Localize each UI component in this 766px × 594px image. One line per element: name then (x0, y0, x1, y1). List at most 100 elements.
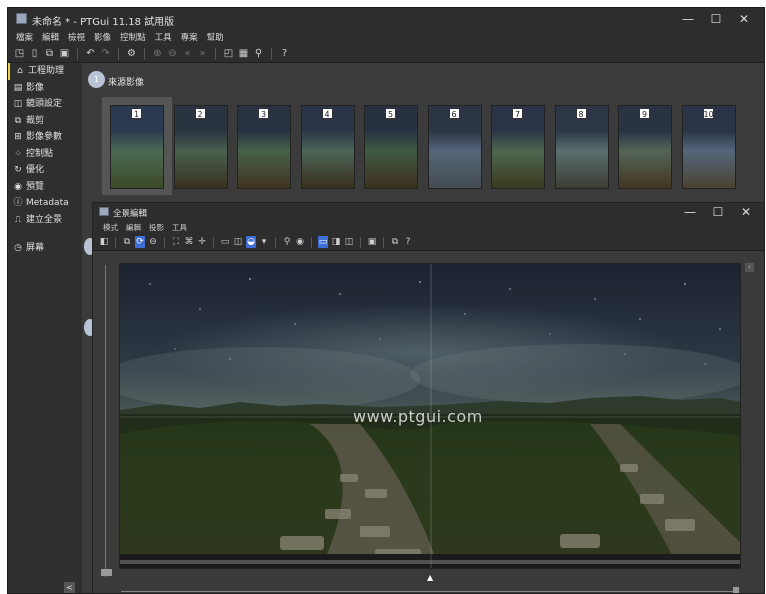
sidebar-item-image-parameters[interactable]: ⊞ 影像參數 (8, 129, 82, 146)
editor-menu-tools[interactable]: 工具 (172, 221, 187, 234)
panel-expand-button[interactable]: ‹ (745, 263, 754, 272)
vertical-zoom-slider[interactable] (101, 265, 112, 577)
sidebar-item-images[interactable]: ▤ 影像 (8, 80, 82, 97)
save-as-icon[interactable]: ▣ (59, 48, 70, 60)
editor-maximize-button[interactable]: ☐ (704, 203, 732, 221)
menu-control-points[interactable]: 控制點 (120, 30, 146, 46)
sidebar-item-preview[interactable]: ◉ 預覽 (8, 179, 82, 196)
zoom-in-icon[interactable]: ⊕ (152, 48, 163, 60)
menu-help[interactable]: 幫助 (207, 30, 224, 46)
parameters-icon: ⊞ (14, 132, 22, 142)
save-icon[interactable]: ▯ (29, 48, 40, 60)
spherical-icon[interactable]: ◒ (246, 236, 256, 248)
eye-icon[interactable]: ◉ (295, 236, 305, 248)
maximize-button[interactable]: ☐ (702, 10, 730, 28)
ptgui-main-window: 未命名 * - PTGui 11.18 試用版 — ☐ ✕ 檔案 編輯 檢視 影… (7, 7, 765, 594)
crop-icon: ⧉ (14, 115, 22, 126)
grid-icon[interactable]: ▦ (238, 48, 249, 60)
sidebar-item-metadata[interactable]: ⓘ Metadata (8, 195, 82, 212)
title-bar: 未命名 * - PTGui 11.18 試用版 — ☐ ✕ (8, 8, 764, 30)
pin-icon[interactable]: ⚲ (253, 48, 264, 60)
toolbar-separator (311, 236, 312, 248)
panorama-editor-icon[interactable]: ◰ (223, 48, 234, 60)
menu-file[interactable]: 檔案 (16, 30, 33, 46)
view-single-icon[interactable]: ▭ (318, 236, 328, 248)
help-icon[interactable]: ? (403, 236, 413, 248)
thumbnail-6[interactable]: 6 (427, 105, 482, 189)
move-icon[interactable]: ⟳ (135, 236, 145, 248)
editor-menu-projection[interactable]: 投影 (149, 221, 164, 234)
control-points-icon: ⁘ (14, 148, 22, 159)
level-icon[interactable]: ⊖ (148, 236, 158, 248)
close-button[interactable]: ✕ (730, 10, 758, 28)
thumbnail-number: 5 (385, 108, 396, 119)
toolbar-separator (275, 236, 276, 248)
new-icon[interactable]: ◳ (14, 48, 25, 60)
rectilinear-icon[interactable]: ▭ (220, 236, 230, 248)
sidebar-item-lens-settings[interactable]: ◫ 鏡頭設定 (8, 96, 82, 113)
fit-icon[interactable]: ⛶ (171, 236, 181, 248)
thumbnail-1[interactable]: 1 (102, 97, 172, 195)
thumbnail-3[interactable]: 3 (237, 105, 291, 189)
editor-close-button[interactable]: ✕ (732, 203, 760, 221)
window-icon[interactable]: ⧉ (390, 236, 400, 248)
undo-icon[interactable]: ↶ (85, 48, 96, 60)
sidebar-item-optimizer[interactable]: ↻ 優化 (8, 162, 82, 179)
redo-icon[interactable]: ↷ (100, 48, 111, 60)
thumbnail-5[interactable]: 5 (364, 105, 418, 189)
menu-images[interactable]: 影像 (94, 30, 111, 46)
center-icon[interactable]: ⌘ (184, 236, 194, 248)
sidebar-item-create-panorama[interactable]: ⎍ 建立全景 (8, 212, 82, 229)
minimize-button[interactable]: — (674, 10, 702, 28)
next-icon[interactable]: » (197, 48, 208, 60)
settings-icon[interactable]: ⚙ (126, 48, 137, 60)
sidebar-item-control-points[interactable]: ⁘ 控制點 (8, 146, 82, 163)
help-icon[interactable]: ? (279, 48, 290, 60)
copy-icon[interactable]: ⧉ (44, 48, 55, 60)
view-compare-icon[interactable]: ◫ (344, 236, 354, 248)
thumbnail-9[interactable]: 9 (618, 105, 672, 189)
horizontal-zoom-slider[interactable]: ▲ (121, 573, 739, 593)
view-split-icon[interactable]: ◨ (331, 236, 341, 248)
cylindrical-icon[interactable]: ◫ (233, 236, 243, 248)
editor-menu-bar: 模式 編輯 投影 工具 (93, 221, 764, 234)
thumbnail-8[interactable]: 8 (554, 105, 609, 189)
menu-view[interactable]: 檢視 (68, 30, 85, 46)
menu-edit[interactable]: 編輯 (42, 30, 59, 46)
eye-icon: ◉ (14, 181, 22, 192)
sidebar-item-label: 預覽 (26, 181, 45, 192)
sidebar-item-label: 鏡頭設定 (26, 99, 63, 109)
thumbnail-7[interactable]: 7 (491, 105, 545, 189)
thumbnail-4[interactable]: 4 (300, 105, 355, 189)
zoom-icon[interactable]: ⚲ (282, 236, 292, 248)
sidebar-item-crop[interactable]: ⧉ 裁剪 (8, 113, 82, 130)
zoom-out-icon[interactable]: ⊖ (167, 48, 178, 60)
toolbar-separator (215, 48, 216, 60)
menu-tools[interactable]: 工具 (155, 30, 172, 46)
panorama-preview[interactable]: www.ptgui.com (119, 263, 741, 569)
sidebar-item-label: 影像 (26, 82, 45, 93)
center-marker-icon[interactable]: ▲ (427, 573, 433, 582)
toolbar-separator (164, 236, 165, 248)
thumbnail-strip: 1 2 3 4 5 6 7 8 9 10 (102, 95, 760, 198)
numeric-icon[interactable]: ▣ (367, 236, 377, 248)
editor-minimize-button[interactable]: — (676, 203, 704, 221)
panorama-icon: ⎍ (14, 214, 22, 225)
sidebar-toggle-icon[interactable]: ◧ (99, 236, 109, 248)
prev-icon[interactable]: « (182, 48, 193, 60)
sidebar-item-project-assistant[interactable]: ⌂ 工程助理 (8, 63, 82, 80)
sidebar-collapse-button[interactable]: < (64, 582, 75, 593)
editor-menu-mode[interactable]: 模式 (103, 221, 118, 234)
layers-icon[interactable]: ⧉ (122, 236, 132, 248)
clock-icon: ◷ (14, 243, 22, 253)
crosshair-icon[interactable]: ✛ (197, 236, 207, 248)
dropdown-icon[interactable]: ▾ (259, 236, 269, 248)
thumbnail-10[interactable]: 10 (681, 105, 736, 189)
slider-knob[interactable] (101, 569, 112, 576)
menu-project[interactable]: 專案 (181, 30, 198, 46)
slider-knob[interactable] (733, 587, 739, 593)
thumbnail-2[interactable]: 2 (173, 105, 228, 189)
sidebar-item-extra[interactable]: ◷ 屏幕 (8, 240, 82, 257)
toolbar-separator (115, 236, 116, 248)
editor-menu-edit[interactable]: 編輯 (126, 221, 141, 234)
